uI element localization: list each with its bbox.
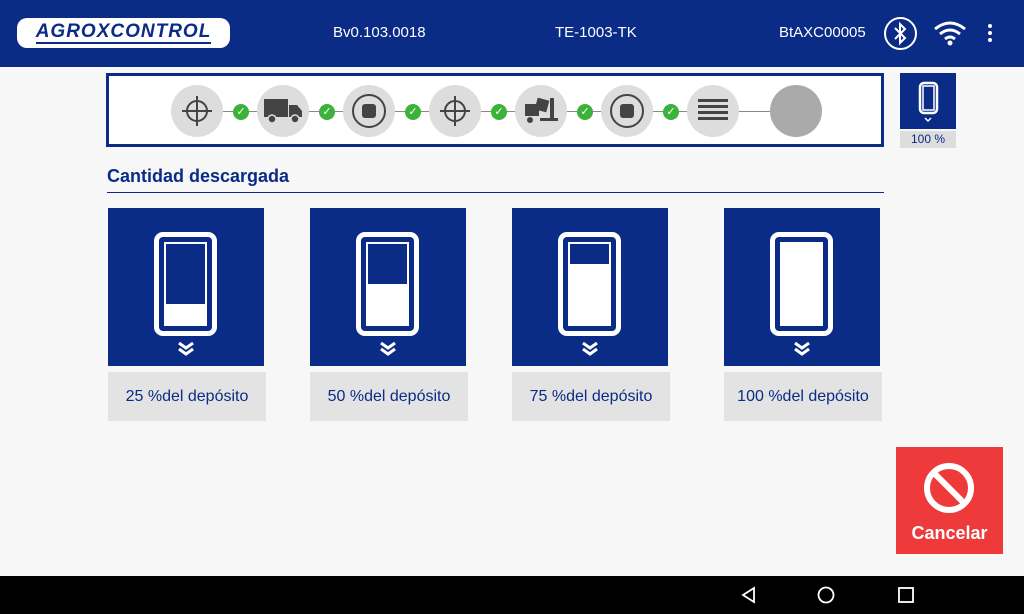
section-divider xyxy=(107,192,884,193)
recents-icon[interactable] xyxy=(896,585,916,605)
option-label[interactable]: 75 %del depósito xyxy=(512,372,670,421)
step-crosshair-icon xyxy=(171,85,223,137)
home-icon[interactable] xyxy=(816,585,836,605)
wifi-icon[interactable] xyxy=(933,20,967,51)
tank-tile[interactable] xyxy=(512,208,668,366)
option-75-percent[interactable]: 75 %del depósito xyxy=(512,208,670,421)
tank-icon xyxy=(558,232,621,336)
back-icon[interactable] xyxy=(739,585,759,605)
tank-tile[interactable] xyxy=(724,208,880,366)
step-pending-circle xyxy=(770,85,822,137)
chevron-down-icon xyxy=(178,342,194,356)
option-100-percent[interactable]: 100 %del depósito xyxy=(724,208,882,421)
device-label: TE-1003-TK xyxy=(555,24,637,41)
tank-icon xyxy=(770,232,833,336)
bluetooth-icon[interactable] xyxy=(884,17,917,50)
agroxcontrol-logo: AGROXCONTROL xyxy=(17,18,230,48)
cancel-button[interactable]: Cancelar xyxy=(896,447,1003,554)
workflow-progress: ✓ ✓ ✓ ✓ ✓ ✓ xyxy=(106,73,884,147)
option-label[interactable]: 25 %del depósito xyxy=(108,372,266,421)
prohibited-icon xyxy=(924,463,974,513)
step-check-icon: ✓ xyxy=(663,104,679,120)
step-check-icon: ✓ xyxy=(233,104,249,120)
step-check-icon: ✓ xyxy=(405,104,421,120)
section-title: Cantidad descargada xyxy=(107,166,290,186)
tank-fill xyxy=(368,284,407,324)
tank-tile[interactable] xyxy=(310,208,466,366)
chevron-down-icon xyxy=(582,342,598,356)
step-check-icon: ✓ xyxy=(577,104,593,120)
overflow-menu-icon[interactable] xyxy=(988,24,994,45)
side-tank-percent: 100 % xyxy=(900,131,956,148)
version-label: Bv0.103.0018 xyxy=(333,24,426,41)
tank-tile[interactable] xyxy=(108,208,264,366)
side-tank-button[interactable] xyxy=(900,73,956,129)
step-forklift-icon xyxy=(515,85,567,137)
device-id-label: BtAXC00005 xyxy=(779,24,866,41)
step-check-icon: ✓ xyxy=(491,104,507,120)
system-navbar xyxy=(0,576,1024,614)
step-truck-icon xyxy=(257,85,309,137)
logo-text: AGROXCONTROL xyxy=(35,21,212,44)
chevron-down-icon xyxy=(380,342,396,356)
option-25-percent[interactable]: 25 %del depósito xyxy=(108,208,266,421)
tank-fill xyxy=(570,264,609,324)
cancel-label: Cancelar xyxy=(911,523,988,543)
step-stop-icon xyxy=(343,85,395,137)
tank-fill xyxy=(782,244,821,324)
step-check-icon: ✓ xyxy=(319,104,335,120)
option-label[interactable]: 50 %del depósito xyxy=(310,372,468,421)
tank-icon xyxy=(154,232,217,336)
step-stop-icon xyxy=(601,85,653,137)
app-header: AGROXCONTROL Bv0.103.0018 TE-1003-TK BtA… xyxy=(0,0,1024,67)
step-lines-icon xyxy=(687,85,739,137)
option-label[interactable]: 100 %del depósito xyxy=(724,372,882,421)
tank-fill xyxy=(166,304,205,324)
option-50-percent[interactable]: 50 %del depósito xyxy=(310,208,468,421)
step-crosshair-icon xyxy=(429,85,481,137)
tank-icon xyxy=(356,232,419,336)
chevron-down-icon xyxy=(794,342,810,356)
